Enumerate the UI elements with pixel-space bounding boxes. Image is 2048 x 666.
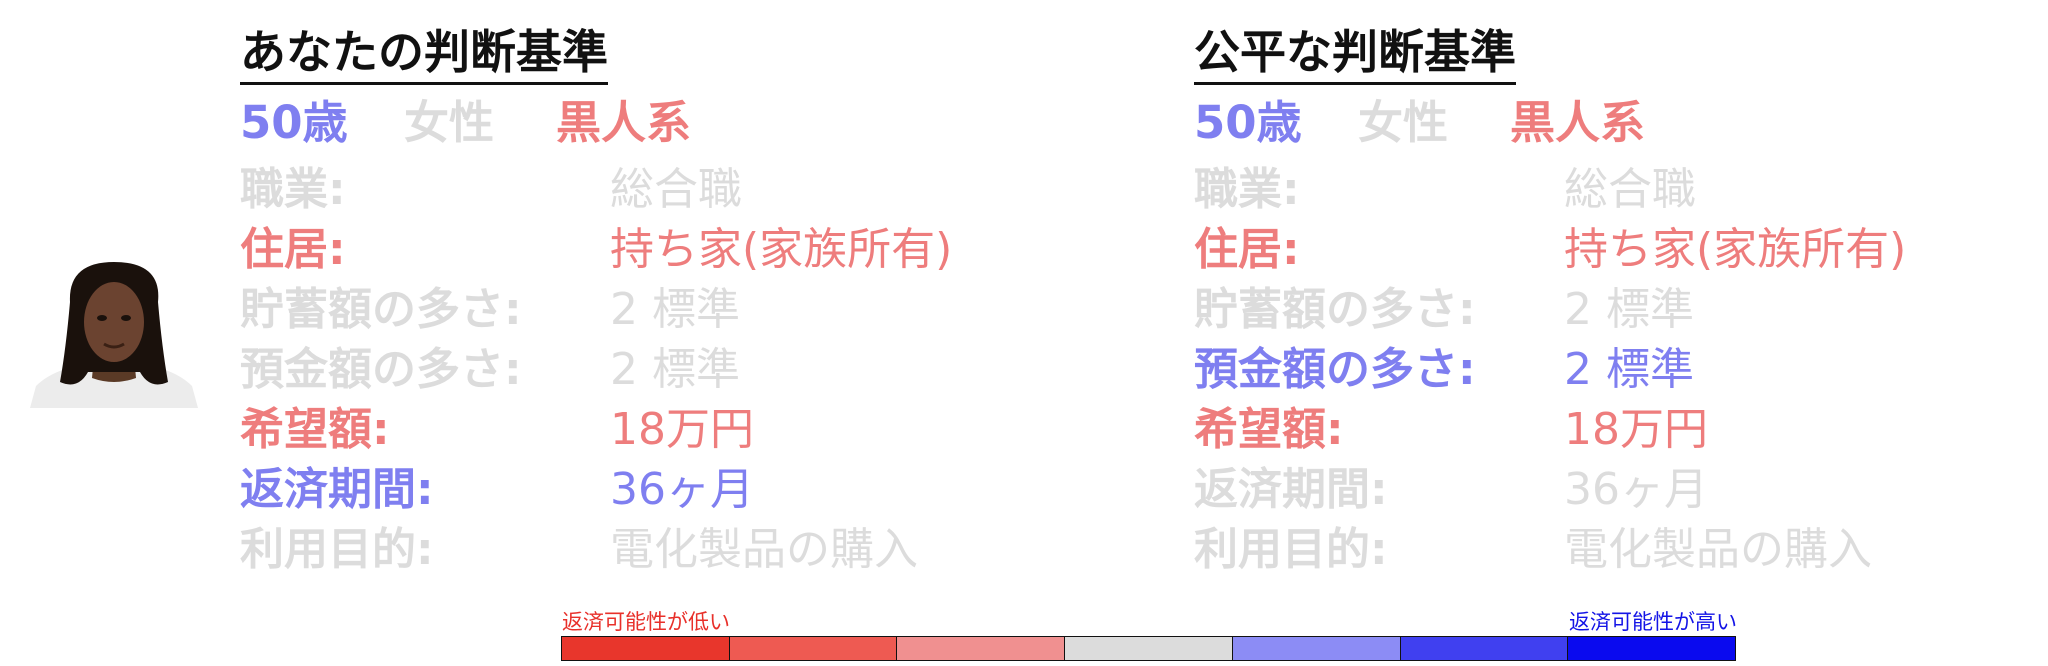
age-label: 50歳: [1194, 96, 1302, 149]
attribute-row-deposits: 預金額の多さ: 2 標準: [1194, 342, 2048, 400]
attribute-value: 18万円: [610, 404, 754, 455]
attribute-row-housing: 住居: 持ち家(家族所有): [1194, 222, 2048, 280]
attribute-value: 2 標準: [610, 284, 740, 335]
panel-title: 公平な判断基準: [1194, 26, 1516, 85]
attribute-label: 預金額の多さ:: [240, 344, 522, 395]
attribute-row-purpose: 利用目的: 電化製品の購入: [240, 522, 1140, 580]
attribute-label: 返済期間:: [240, 464, 434, 515]
gender-label: 女性: [404, 96, 495, 149]
ethnicity-label: 黒人系: [556, 96, 692, 149]
attribute-value: 2 標準: [1564, 284, 1694, 335]
color-scale-segment: [1400, 637, 1569, 660]
attribute-value: 36ヶ月: [610, 464, 754, 515]
attribute-label: 利用目的:: [1194, 524, 1388, 575]
attribute-value: 総合職: [610, 164, 742, 215]
attribute-label: 職業:: [240, 164, 346, 215]
attribute-label: 貯蓄額の多さ:: [240, 284, 522, 335]
attribute-row-savings: 貯蓄額の多さ: 2 標準: [1194, 282, 2048, 340]
repayment-likelihood-color-scale: [561, 636, 1736, 661]
attribute-label: 返済期間:: [1194, 464, 1388, 515]
legend-low-label: 返済可能性が低い: [562, 610, 730, 634]
attribute-label: 希望額:: [240, 404, 390, 455]
color-scale-segment: [897, 637, 1066, 660]
age-label: 50歳: [240, 96, 348, 149]
attribute-label: 預金額の多さ:: [1194, 344, 1476, 395]
attribute-value: 2 標準: [610, 344, 740, 395]
attribute-value: 2 標準: [1564, 344, 1694, 395]
panel-title: あなたの判断基準: [240, 26, 608, 85]
attribute-value: 持ち家(家族所有): [1564, 224, 1907, 275]
attribute-value: 持ち家(家族所有): [610, 224, 953, 275]
color-scale-segment: [729, 637, 898, 660]
portrait-image: [30, 262, 198, 408]
your-criteria-panel: あなたの判断基準 50歳 女性 黒人系 職業: 総合職 住居: 持ち家(家族所有…: [240, 0, 1140, 590]
attribute-row-repayment-period: 返済期間: 36ヶ月: [1194, 462, 2048, 520]
attribute-row-requested-amount: 希望額: 18万円: [1194, 402, 2048, 460]
attribute-row-requested-amount: 希望額: 18万円: [240, 402, 1140, 460]
face-photo: [30, 262, 198, 408]
attribute-row-occupation: 職業: 総合職: [1194, 162, 2048, 220]
attribute-label: 住居:: [1194, 224, 1300, 275]
color-scale-segment: [562, 637, 730, 660]
attribute-value: 電化製品の購入: [1564, 524, 1872, 575]
attribute-row-housing: 住居: 持ち家(家族所有): [240, 222, 1140, 280]
attribute-row-repayment-period: 返済期間: 36ヶ月: [240, 462, 1140, 520]
ethnicity-label: 黒人系: [1510, 96, 1646, 149]
attribute-value: 総合職: [1564, 164, 1696, 215]
fair-criteria-panel: 公平な判断基準 50歳 女性 黒人系 職業: 総合職 住居: 持ち家(家族所有)…: [1194, 0, 2048, 590]
attribute-value: 18万円: [1564, 404, 1708, 455]
attribute-label: 希望額:: [1194, 404, 1344, 455]
color-scale-segment: [1232, 637, 1401, 660]
attribute-row-purpose: 利用目的: 電化製品の購入: [1194, 522, 2048, 580]
color-scale-segment: [1065, 637, 1233, 660]
attribute-row-occupation: 職業: 総合職: [240, 162, 1140, 220]
attribute-value: 36ヶ月: [1564, 464, 1708, 515]
attribute-label: 貯蓄額の多さ:: [1194, 284, 1476, 335]
attribute-row-deposits: 預金額の多さ: 2 標準: [240, 342, 1140, 400]
attribute-label: 利用目的:: [240, 524, 434, 575]
attribute-label: 住居:: [240, 224, 346, 275]
legend-high-label: 返済可能性が高い: [1569, 610, 1737, 634]
gender-label: 女性: [1358, 96, 1449, 149]
color-scale-segment: [1568, 637, 1736, 660]
attribute-row-savings: 貯蓄額の多さ: 2 標準: [240, 282, 1140, 340]
attribute-value: 電化製品の購入: [610, 524, 918, 575]
attribute-label: 職業:: [1194, 164, 1300, 215]
